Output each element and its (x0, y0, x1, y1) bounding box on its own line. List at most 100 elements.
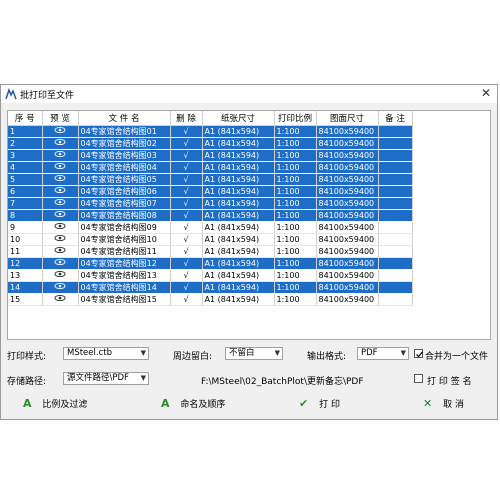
chevron-down-icon: ▼ (140, 349, 146, 357)
title-bar: 批打印至文件 ✕ (1, 85, 497, 103)
row-delete-check[interactable]: √ (170, 221, 203, 234)
row-delete-check[interactable]: √ (170, 125, 203, 138)
header-col-note[interactable]: 备 注 (378, 111, 413, 126)
table-row[interactable]: 7 04专家馆舍结构图07 √ A1 (841x594) 1:100 84100x5940… (8, 197, 413, 210)
table-row[interactable]: 9 04专家馆舍结构图09 √ A1 (841x594) 1:100 84100x5940… (8, 221, 413, 234)
header-col-no[interactable]: 序 号 (8, 111, 43, 126)
row-delete-check[interactable]: √ (170, 257, 203, 270)
eye-icon[interactable] (42, 125, 79, 138)
header-col-size[interactable]: 图面尺寸 (316, 111, 379, 126)
header-col-paper[interactable]: 纸张尺寸 (202, 111, 275, 126)
path-value: 源文件路径\PDF (67, 373, 129, 383)
row-paper-size: A1 (841x594) (202, 209, 275, 222)
row-paper-size: A1 (841x594) (202, 173, 275, 186)
eye-icon[interactable] (42, 173, 79, 186)
eye-icon[interactable] (42, 137, 79, 150)
row-filename: 04专家馆舍结构图06 (78, 185, 171, 198)
row-filename: 04专家馆舍结构图05 (78, 173, 171, 186)
table-row[interactable]: 1 04专家馆舍结构图01 √ A1 (841x594) 1:100 84100x5940… (8, 125, 413, 138)
drawing-list-grid[interactable]: 序 号预 览文 件 名删 除纸张尺寸 打印比例 图面尺寸备 注 1 04专家馆舍结构图… (7, 110, 491, 340)
eye-icon[interactable] (42, 161, 79, 174)
merge-checkbox[interactable] (414, 349, 423, 358)
table-row[interactable]: 6 04专家馆舍结构图06 √ A1 (841x594) 1:100 84100x5940… (8, 185, 413, 198)
row-scale: 1:100 (274, 293, 317, 306)
row-scale: 1:100 (274, 185, 317, 198)
row-delete-check[interactable]: √ (170, 233, 203, 246)
eye-icon[interactable] (42, 245, 79, 258)
eye-icon[interactable] (42, 257, 79, 270)
row-drawing-size: 84100x59400 (316, 137, 379, 150)
table-row[interactable]: 14 04专家馆舍结构图14 √ A1 (841x594) 1:100 84100x594… (8, 281, 413, 294)
table-row[interactable]: 11 04专家馆舍结构图11 √ A1 (841x594) 1:100 84100x594… (8, 245, 413, 258)
print-button[interactable]: ✔ 打 印 (299, 397, 340, 410)
row-number: 2 (8, 137, 43, 150)
table-row[interactable]: 12 04专家馆舍结构图12 √ A1 (841x594) 1:100 84100x594… (8, 257, 413, 270)
table-row[interactable]: 13 04专家馆舍结构图13 √ A1 (841x594) 1:100 84100x594… (8, 269, 413, 282)
row-drawing-size: 84100x59400 (316, 125, 379, 138)
cancel-button[interactable]: ✕ 取 消 (423, 397, 464, 410)
row-delete-check[interactable]: √ (170, 269, 203, 282)
row-delete-check[interactable]: √ (170, 281, 203, 294)
table-row[interactable]: 8 04专家馆舍结构图08 √ A1 (841x594) 1:100 84100x5940… (8, 209, 413, 222)
format-select[interactable]: PDF ▼ (357, 347, 409, 360)
row-filename: 04专家馆舍结构图13 (78, 269, 171, 282)
scale-icon: A (23, 397, 32, 410)
row-delete-check[interactable]: √ (170, 137, 203, 150)
sign-label: 打 印 签 名 (427, 377, 472, 387)
path-label: 存储路径: (7, 377, 47, 387)
row-delete-check[interactable]: √ (170, 293, 203, 306)
row-paper-size: A1 (841x594) (202, 125, 275, 138)
row-note (378, 293, 413, 306)
row-drawing-size: 84100x59400 (316, 293, 379, 306)
header-col-scale[interactable]: 打印比例 (274, 111, 317, 126)
table-row[interactable]: 10 04专家馆舍结构图10 √ A1 (841x594) 1:100 84100x594… (8, 233, 413, 246)
eye-icon[interactable] (42, 293, 79, 306)
row-scale: 1:100 (274, 125, 317, 138)
table-row[interactable]: 3 04专家馆舍结构图03 √ A1 (841x594) 1:100 84100x5940… (8, 149, 413, 162)
row-filename: 04专家馆舍结构图14 (78, 281, 171, 294)
row-scale: 1:100 (274, 149, 317, 162)
table-row[interactable]: 15 04专家馆舍结构图15 √ A1 (841x594) 1:100 84100x594… (8, 293, 413, 306)
close-icon[interactable]: ✕ (481, 86, 491, 100)
eye-icon[interactable] (42, 269, 79, 282)
sign-checkbox[interactable] (414, 374, 423, 383)
eye-icon[interactable] (42, 149, 79, 162)
row-delete-check[interactable]: √ (170, 161, 203, 174)
row-delete-check[interactable]: √ (170, 173, 203, 186)
row-drawing-size: 84100x59400 (316, 281, 379, 294)
table-row[interactable]: 5 04专家馆舍结构图05 √ A1 (841x594) 1:100 84100x5940… (8, 173, 413, 186)
row-drawing-size: 84100x59400 (316, 221, 379, 234)
chevron-down-icon: ▼ (274, 349, 280, 357)
row-drawing-size: 84100x59400 (316, 197, 379, 210)
header-col-preview[interactable]: 预 览 (42, 111, 79, 126)
print-style-select[interactable]: MSteel.ctb ▼ (63, 347, 149, 360)
margin-label: 周边留白: (173, 352, 213, 362)
row-scale: 1:100 (274, 209, 317, 222)
row-paper-size: A1 (841x594) (202, 233, 275, 246)
path-select[interactable]: 源文件路径\PDF ▼ (63, 372, 149, 385)
eye-icon[interactable] (42, 209, 79, 222)
row-delete-check[interactable]: √ (170, 197, 203, 210)
filter-button[interactable]: A 比例及过滤 (23, 397, 87, 410)
row-delete-check[interactable]: √ (170, 245, 203, 258)
eye-icon[interactable] (42, 221, 79, 234)
row-delete-check[interactable]: √ (170, 209, 203, 222)
row-delete-check[interactable]: √ (170, 149, 203, 162)
table-row[interactable]: 4 04专家馆舍结构图04 √ A1 (841x594) 1:100 84100x5940… (8, 161, 413, 174)
eye-icon[interactable] (42, 281, 79, 294)
row-scale: 1:100 (274, 137, 317, 150)
row-note (378, 281, 413, 294)
eye-icon[interactable] (42, 233, 79, 246)
table-row[interactable]: 2 04专家馆舍结构图02 √ A1 (841x594) 1:100 84100x5940… (8, 137, 413, 150)
row-filename: 04专家馆舍结构图07 (78, 197, 171, 210)
margin-select[interactable]: 不留白 ▼ (225, 347, 283, 360)
header-col-filename[interactable]: 文 件 名 (78, 111, 171, 126)
eye-icon[interactable] (42, 185, 79, 198)
header-col-delete[interactable]: 删 除 (170, 111, 203, 126)
row-delete-check[interactable]: √ (170, 185, 203, 198)
row-filename: 04专家馆舍结构图01 (78, 125, 171, 138)
row-drawing-size: 84100x59400 (316, 185, 379, 198)
print-style-label: 打印样式: (7, 352, 47, 362)
eye-icon[interactable] (42, 197, 79, 210)
naming-button[interactable]: A 命名及顺序 (161, 397, 225, 410)
